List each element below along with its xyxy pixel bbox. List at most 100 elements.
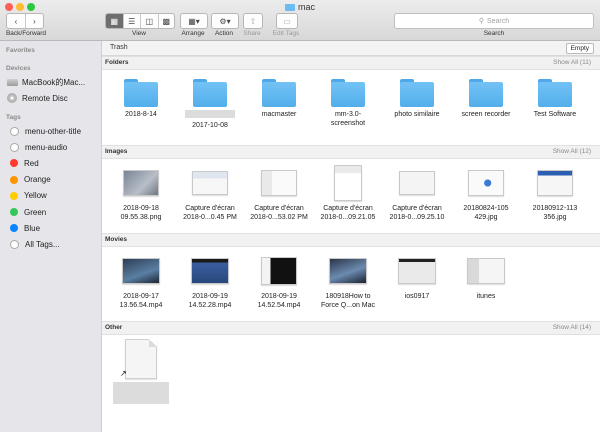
show-all-link[interactable]: Show All (12)	[553, 148, 591, 155]
sidebar-item-label: MacBook的Mac...	[22, 77, 86, 87]
file-name: itunes	[451, 292, 521, 301]
alias-arrow-icon: ↗	[120, 369, 127, 378]
file-name-line2: 14.52.28.mp4	[188, 302, 232, 309]
sidebar-item-label: menu-audio	[25, 142, 68, 152]
folder-item[interactable]: 2017-10-08	[175, 79, 245, 130]
chevron-right-icon: ›	[33, 16, 36, 26]
sidebar-tag-item[interactable]: Orange	[6, 174, 51, 186]
file-name-line1: Capture d'écran	[185, 205, 235, 212]
folder-name-line1: Test Software	[533, 111, 577, 118]
sidebar: Favorites Devices MacBook的Mac... Remote …	[0, 41, 102, 432]
folder-item[interactable]: macmaster	[244, 79, 314, 119]
gear-icon: ⚙▾	[219, 16, 231, 26]
edit-tags-label: Edit Tags	[272, 30, 300, 37]
file-name-line1: 2018-09-17	[123, 293, 159, 300]
columns-icon: ◫	[145, 16, 154, 26]
list-view-button[interactable]: ☰	[124, 14, 141, 28]
image-thumbnail	[192, 171, 228, 195]
sidebar-tag-item[interactable]: menu-audio	[6, 141, 67, 153]
image-item[interactable]: 20180824-105 429.jpg	[451, 165, 521, 222]
sidebar-item-macbook[interactable]: MacBook的Mac...	[6, 76, 85, 88]
image-item[interactable]: Capture d'écran 2018-0...09.21.05	[313, 165, 383, 222]
folder-item[interactable]: screen recorder	[451, 79, 521, 119]
file-name: 20180824-105 429.jpg	[451, 204, 521, 222]
icon-view-button[interactable]: ▦	[106, 14, 124, 28]
column-view-button[interactable]: ◫	[141, 14, 159, 28]
file-name: 180918How to Force Q...on Mac	[313, 292, 383, 310]
empty-trash-button[interactable]: Empty	[565, 43, 594, 54]
gallery-view-button[interactable]: ▩	[159, 14, 175, 28]
file-name-line2: Force Q...on Mac	[320, 302, 376, 309]
file-name-line1: Capture d'écran	[254, 205, 304, 212]
folder-name-line1: screen recorder	[461, 111, 511, 118]
section-header-images: Images Show All (12)	[102, 145, 600, 159]
sidebar-tag-item[interactable]: All Tags...	[6, 238, 60, 250]
list-icon: ☰	[128, 16, 136, 26]
file-name-line1: 20180824-105	[463, 205, 509, 212]
finder-window: mac ‹ › Back/Forward ▦ ☰ ◫ ▩ View ▦▾ Arr…	[0, 0, 600, 432]
search-input[interactable]: ⚲ Search	[394, 13, 594, 29]
image-item[interactable]: Capture d'écran 2018-0...09.25.10	[382, 165, 452, 222]
folder-icon	[262, 79, 296, 107]
image-item[interactable]: Capture d'écran 2018-0...0.45 PM	[175, 165, 245, 222]
movie-item[interactable]: itunes	[451, 253, 521, 301]
folder-item[interactable]: 2018-8-14	[106, 79, 176, 119]
folder-icon	[331, 79, 365, 107]
sidebar-tag-item[interactable]: menu-other-title	[6, 125, 81, 137]
sidebar-tag-item[interactable]: Red	[6, 157, 39, 169]
sidebar-tag-item[interactable]: Green	[6, 206, 46, 218]
tag-color-icon	[10, 142, 19, 152]
sidebar-item-remote-disc[interactable]: Remote Disc	[6, 92, 68, 104]
file-name-line2: 2018-0...09.25.10	[389, 214, 445, 221]
show-all-link[interactable]: Show All (14)	[553, 324, 591, 331]
forward-button[interactable]: ›	[26, 14, 43, 28]
video-thumbnail	[467, 258, 505, 284]
movie-item[interactable]: 2018-09-17 13.56.54.mp4	[106, 253, 176, 310]
image-thumbnail	[261, 170, 297, 196]
redacted-name	[185, 110, 235, 118]
image-item[interactable]: Capture d'écran 2018-0...53.02 PM	[244, 165, 314, 222]
tag-icon: ▭	[283, 16, 291, 26]
sidebar-item-label: Blue	[24, 223, 41, 233]
movie-item[interactable]: 2018-09-19 14.52.28.mp4	[175, 253, 245, 310]
movie-item[interactable]: 2018-09-19 14.52.54.mp4	[244, 253, 314, 310]
action-button[interactable]: ⚙▾	[211, 13, 239, 29]
folder-item[interactable]: Test Software	[520, 79, 590, 119]
arrange-grid-icon: ▦▾	[188, 16, 200, 26]
share-button[interactable]: ⇧	[243, 13, 263, 29]
folder-icon	[469, 79, 503, 107]
folder-name-line1: mm-3.0-	[334, 111, 362, 118]
sidebar-item-label: menu-other-title	[25, 126, 82, 136]
sidebar-tag-item[interactable]: Blue	[6, 222, 40, 234]
image-item[interactable]: 2018-09-18 09.55.38.png	[106, 165, 176, 222]
sidebar-header-favorites: Favorites	[6, 47, 35, 54]
folder-icon	[284, 4, 295, 11]
file-name-line2: 13.56.54.mp4	[119, 302, 163, 309]
view-control: ▦ ☰ ◫ ▩	[105, 13, 175, 29]
file-name: Capture d'écran 2018-0...53.02 PM	[244, 204, 314, 222]
file-item[interactable]: ↗	[106, 339, 176, 407]
image-item[interactable]: 20180912-113 356.jpg	[520, 165, 590, 222]
sidebar-item-label: Green	[24, 207, 47, 217]
view-label: View	[132, 30, 146, 37]
sidebar-tag-item[interactable]: Yellow	[6, 190, 47, 202]
folder-item[interactable]: photo similaire	[382, 79, 452, 119]
file-name-line2: 2018-0...09.21.05	[320, 214, 376, 221]
show-all-link[interactable]: Show All (11)	[553, 59, 591, 66]
back-button[interactable]: ‹	[7, 14, 26, 28]
file-name-line2: 356.jpg	[543, 214, 567, 221]
tag-color-icon	[10, 126, 19, 136]
tag-color-icon	[10, 208, 18, 216]
file-name-line1: Capture d'écran	[392, 205, 442, 212]
movie-item[interactable]: 180918How to Force Q...on Mac	[313, 253, 383, 310]
movie-item[interactable]: ios0917	[382, 253, 452, 301]
image-thumbnail	[123, 170, 159, 196]
share-label: Share	[243, 30, 261, 37]
edit-tags-button[interactable]: ▭	[276, 13, 298, 29]
arrange-button[interactable]: ▦▾	[180, 13, 208, 29]
folder-item[interactable]: mm-3.0- screenshot	[313, 79, 383, 128]
file-name-line1: ios0917	[404, 293, 430, 300]
section-title: Images	[105, 148, 128, 155]
video-thumbnail	[191, 258, 229, 284]
file-name-line2: 09.55.38.png	[120, 214, 162, 221]
